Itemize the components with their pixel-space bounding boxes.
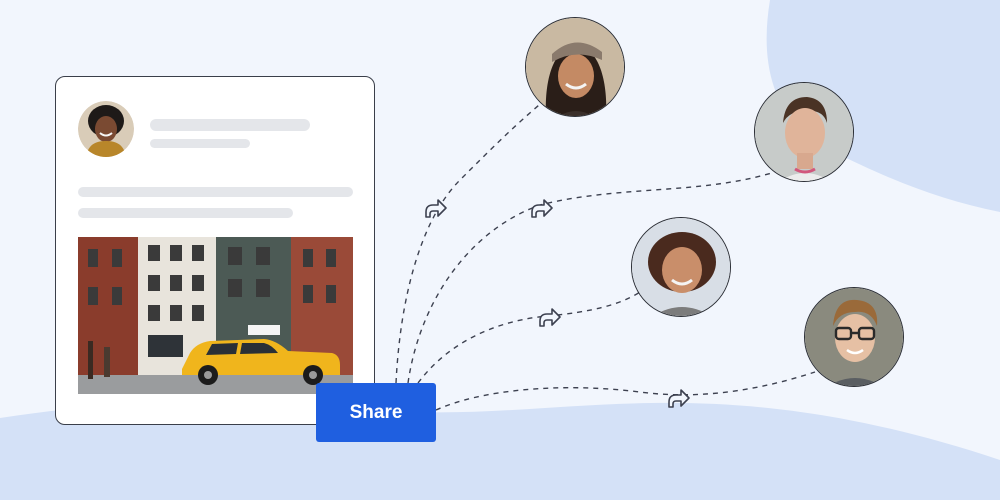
recipient-avatar-woman-cap[interactable] xyxy=(525,17,625,117)
post-text-line-1 xyxy=(78,187,353,197)
post-photo-street-taxi xyxy=(78,237,353,394)
post-text-line-2 xyxy=(78,208,293,218)
share-button[interactable]: Share xyxy=(316,383,436,442)
author-name-placeholder xyxy=(150,119,310,131)
post-author-avatar xyxy=(78,101,134,157)
recipient-avatar-man-glasses[interactable] xyxy=(804,287,904,387)
recipient-avatar-young-man[interactable] xyxy=(754,82,854,182)
post-card xyxy=(55,76,375,425)
post-meta-placeholder xyxy=(150,139,250,148)
recipient-avatar-woman-curly-hair[interactable] xyxy=(631,217,731,317)
illustration: Share xyxy=(0,0,1000,500)
